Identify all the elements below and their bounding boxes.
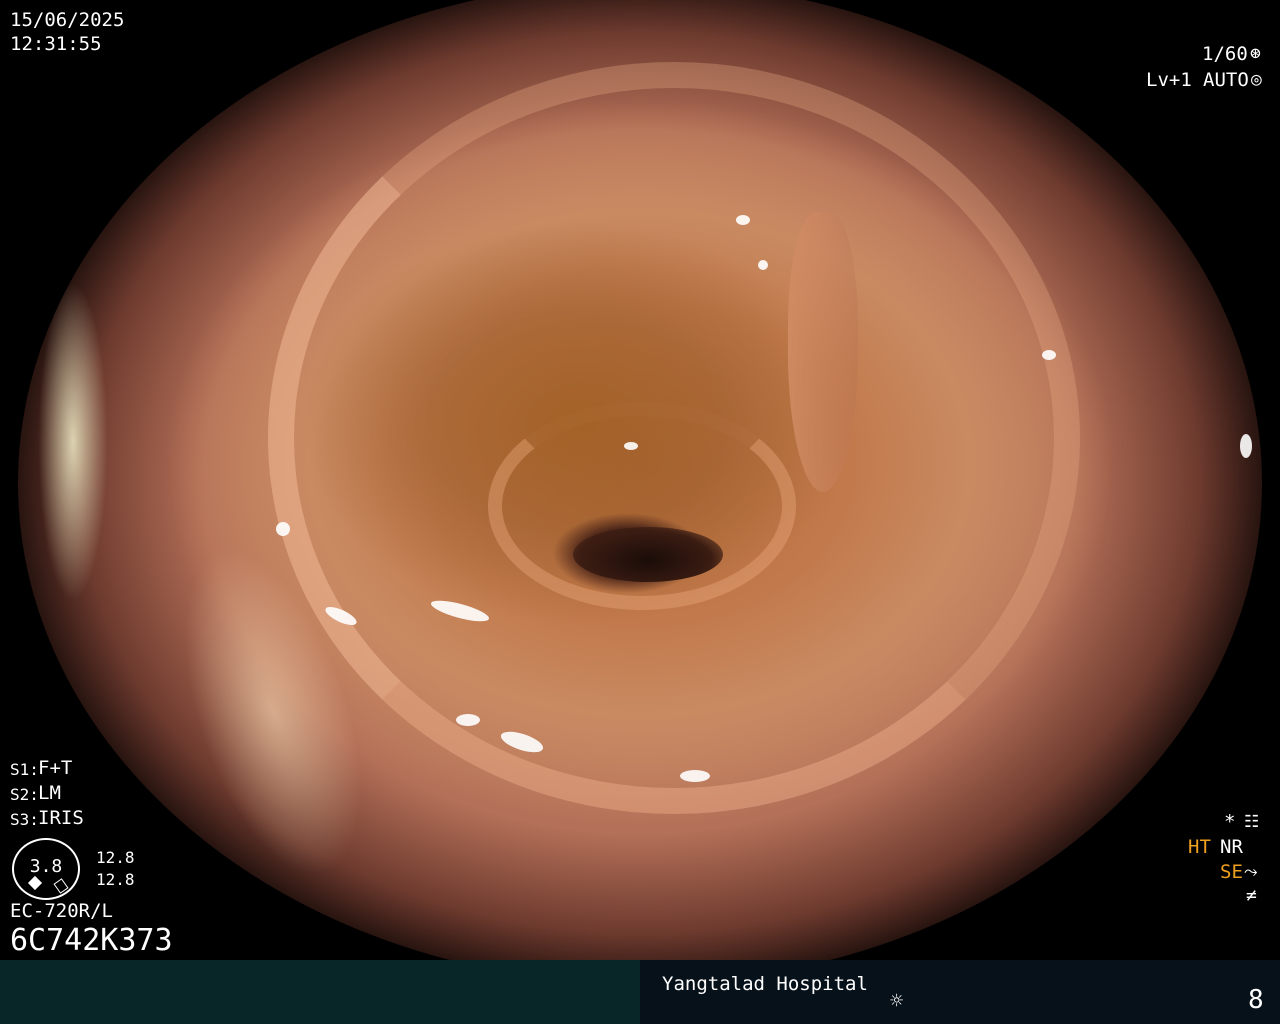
shutter-speed: 1/60: [1202, 43, 1248, 65]
s3-value: IRIS: [38, 807, 84, 829]
hospital-name: Yangtalad Hospital: [662, 973, 868, 995]
s2-label: S2:: [10, 785, 39, 804]
star-marker: *: [1224, 811, 1236, 833]
se-indicator: SE: [1220, 861, 1243, 883]
edge-light-reflection: [38, 282, 108, 602]
auto-iris-icon: ◎: [1251, 69, 1262, 90]
lumen: [573, 527, 723, 582]
specular-highlight: [736, 215, 750, 225]
date-label: 15/06/2025: [10, 9, 125, 31]
scope-serial: 6C742K373: [10, 923, 173, 958]
specular-highlight: [758, 260, 768, 270]
specular-highlight: [456, 714, 480, 726]
frame-counter: 8: [1248, 985, 1264, 1015]
s3-label: S3:: [10, 810, 39, 829]
scope-model: EC-720R/L: [10, 900, 113, 922]
gauge-bottom-reading: 12.8: [96, 870, 135, 889]
specular-highlight: [1044, 878, 1054, 888]
gauge-top-reading: 12.8: [96, 848, 135, 867]
time-label: 12:31:55: [10, 33, 102, 55]
brightness-level: Lv+1: [1146, 69, 1192, 91]
s2-value: LM: [38, 782, 61, 804]
specular-highlight: [624, 442, 638, 450]
shutter-icon: ⊛: [1250, 43, 1261, 64]
iris-mode: AUTO: [1203, 69, 1249, 91]
gauge-marker-icon: [27, 875, 43, 891]
specular-highlight: [680, 770, 710, 782]
s1-value: F+T: [38, 757, 73, 779]
specular-highlight: [276, 522, 290, 536]
specular-highlight: [1042, 350, 1056, 360]
flash-off-icon: ≠: [1246, 885, 1257, 906]
brightness-icon: ☼: [890, 989, 904, 1014]
settings-icon: ☷: [1244, 812, 1260, 832]
dial-icon: ⤳: [1244, 862, 1258, 882]
gauge-marker-outline-icon: [53, 878, 69, 894]
ht-indicator: HT: [1188, 836, 1211, 858]
mucosal-fold-right: [788, 212, 858, 492]
s1-label: S1:: [10, 760, 39, 779]
scope-gauge: 3.8: [12, 838, 80, 900]
specular-highlight: [1240, 434, 1252, 458]
nr-indicator: NR: [1220, 836, 1243, 858]
footer-left-panel: [0, 960, 640, 1024]
gauge-value: 3.8: [29, 856, 63, 877]
endoscopic-image: [18, 0, 1262, 984]
footer-right-panel: Yangtalad Hospital ☼ 8: [640, 960, 1280, 1024]
